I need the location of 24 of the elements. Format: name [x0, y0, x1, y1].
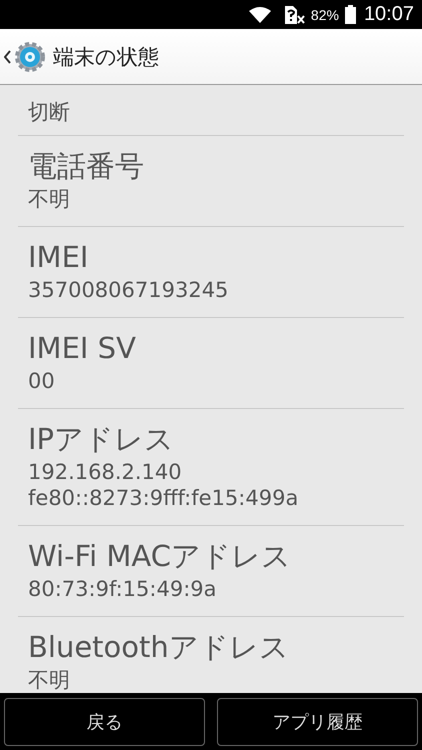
wifi-icon [248, 6, 271, 22]
no-sim-icon [282, 6, 305, 24]
setting-title: IPアドレス [28, 421, 176, 458]
nav-button[interactable]: アプリ履歴 [217, 698, 418, 746]
setting-value: 不明 [28, 186, 71, 212]
screen-title: 端末の状態 [53, 44, 159, 70]
clock-time: 10:07 [364, 3, 414, 26]
setting-value: 357008067193245 [28, 277, 230, 303]
setting-title: Wi-Fi MACアドレス [28, 538, 292, 575]
setting-value: 00 [28, 368, 56, 394]
setting-value: fe80::8273:9fff:fe15:499a [28, 485, 300, 511]
settings-icon [13, 40, 47, 74]
setting-title: Bluetoothアドレス [28, 629, 290, 666]
setting-value: 192.168.2.140 [28, 459, 183, 485]
nav-button[interactable]: 戻る [4, 698, 205, 746]
setting-title: IMEI [28, 239, 90, 276]
setting-title: IMEI SV [28, 330, 137, 367]
back-chevron-icon[interactable] [4, 50, 11, 64]
setting-value: 不明 [28, 667, 71, 693]
setting-value: 80:73:9f:15:49:9a [28, 576, 218, 602]
battery-percentage: 82% [310, 6, 339, 22]
setting-value: 切断 [28, 99, 71, 125]
battery-icon [344, 5, 356, 24]
setting-title: 電話番号 [28, 148, 145, 185]
